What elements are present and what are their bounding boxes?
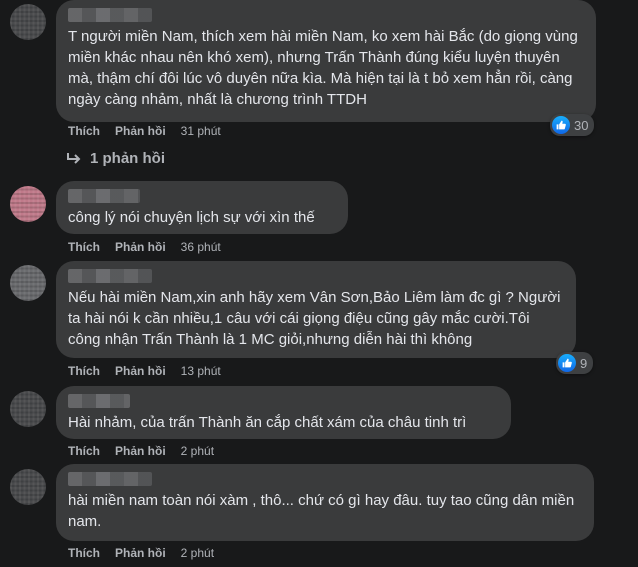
reaction-count-value: 30 — [574, 117, 589, 133]
like-button[interactable]: Thích — [68, 240, 100, 254]
avatar[interactable] — [10, 4, 46, 40]
timestamp[interactable]: 2 phút — [181, 546, 214, 560]
comment-text: Nếu hài miền Nam,xin anh hãy xem Vân Sơn… — [68, 289, 565, 348]
like-icon — [552, 116, 570, 134]
reaction-count-value: 9 — [580, 355, 588, 371]
avatar[interactable] — [10, 391, 46, 427]
avatar[interactable] — [10, 186, 46, 222]
reply-button[interactable]: Phản hồi — [115, 444, 166, 458]
like-button[interactable]: Thích — [68, 124, 100, 138]
reply-button[interactable]: Phản hồi — [115, 240, 166, 254]
comment-bubble: hài miền nam toàn nói xàm , thô... chứ c… — [56, 464, 594, 541]
timestamp[interactable]: 2 phút — [181, 444, 214, 458]
like-button[interactable]: Thích — [68, 444, 100, 458]
comment-text: công lý nói chuyện lịch sự với xìn thế — [68, 209, 315, 226]
timestamp[interactable]: 36 phút — [181, 240, 221, 254]
comment-text: Hài nhảm, của trấn Thành ăn cắp chất xám… — [68, 414, 467, 431]
comment-text: T người miền Nam, thích xem hài miền Nam… — [68, 28, 582, 108]
comment-bubble: Hài nhảm, của trấn Thành ăn cắp chất xám… — [56, 386, 511, 439]
reply-button[interactable]: Phản hồi — [115, 124, 166, 138]
avatar[interactable] — [10, 469, 46, 505]
timestamp[interactable]: 13 phút — [181, 364, 221, 378]
author-name-redacted[interactable] — [68, 8, 152, 22]
like-button[interactable]: Thích — [68, 546, 100, 560]
author-name-redacted[interactable] — [68, 394, 130, 408]
timestamp[interactable]: 31 phút — [181, 124, 221, 138]
like-button[interactable]: Thích — [68, 364, 100, 378]
comment-actions: Thích Phản hồi 13 phút — [68, 364, 221, 378]
comment-bubble: Nếu hài miền Nam,xin anh hãy xem Vân Sơn… — [56, 261, 576, 358]
comment-actions: Thích Phản hồi 31 phút — [68, 124, 221, 138]
reply-button[interactable]: Phản hồi — [115, 546, 166, 560]
view-replies-link[interactable]: 1 phản hồi — [66, 150, 165, 167]
reaction-count[interactable]: 9 — [556, 352, 594, 374]
comment-bubble: công lý nói chuyện lịch sự với xìn thế — [56, 181, 348, 234]
comment-actions: Thích Phản hồi 36 phút — [68, 240, 221, 254]
replies-count: 1 phản hồi — [90, 150, 165, 167]
comment-text: hài miền nam toàn nói xàm , thô... chứ c… — [68, 492, 579, 530]
reply-arrow-icon — [67, 152, 81, 164]
comment-actions: Thích Phản hồi 2 phút — [68, 444, 214, 458]
reply-button[interactable]: Phản hồi — [115, 364, 166, 378]
author-name-redacted[interactable] — [68, 472, 152, 486]
like-icon — [558, 354, 576, 372]
reaction-count[interactable]: 30 — [550, 114, 595, 136]
author-name-redacted[interactable] — [68, 189, 140, 203]
author-name-redacted[interactable] — [68, 269, 152, 283]
avatar[interactable] — [10, 265, 46, 301]
comment-bubble: T người miền Nam, thích xem hài miền Nam… — [56, 0, 596, 122]
comment-actions: Thích Phản hồi 2 phút — [68, 546, 214, 560]
